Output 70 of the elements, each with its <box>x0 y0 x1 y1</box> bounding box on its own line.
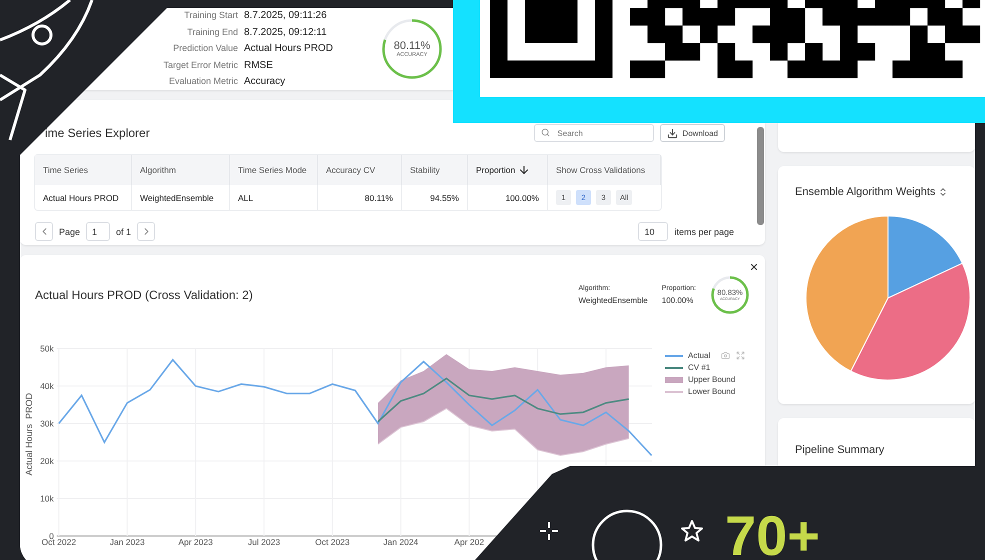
field-label: Evaluation Metric <box>168 75 238 88</box>
close-icon <box>749 262 759 272</box>
card-title: Ensemble Algorithm Weights <box>795 186 936 198</box>
axis-tick-label: 0 <box>49 531 54 541</box>
table-cell: Actual Hours PROD <box>35 185 132 210</box>
axis-tick-label: Oct 2023 <box>315 537 350 547</box>
search-icon <box>541 128 550 137</box>
column-header[interactable]: Time Series <box>35 155 132 185</box>
field-value: Actual Hours PROD <box>244 42 334 56</box>
accuracy-ring <box>381 18 443 80</box>
field-value: 8.7.2025, 09:12:11 <box>244 26 328 40</box>
accuracy-value: 80.11% <box>394 40 430 52</box>
close-button[interactable] <box>748 261 760 273</box>
column-header[interactable]: Proportion <box>468 155 548 185</box>
field-label: Prediction Value <box>172 42 238 56</box>
page-count: of 1 <box>116 226 132 236</box>
axis-title: Actual Hours PROD <box>24 392 34 476</box>
axis-tick-label: Jan 2024 <box>383 537 418 547</box>
field-label: Target Error Metric <box>162 58 238 72</box>
previous-page-button[interactable] <box>35 222 53 241</box>
next-page-button[interactable] <box>137 222 156 241</box>
field-label: Training Start <box>183 9 238 22</box>
field-value: RMSE <box>244 58 274 72</box>
column-header[interactable]: Accuracy CV <box>318 155 402 185</box>
legend-label[interactable]: Actual <box>688 351 710 360</box>
axis-tick-label: Apr 2023 <box>178 537 213 547</box>
axis-tick-label: 40k <box>40 381 54 391</box>
table-cell: 94.55% <box>402 185 468 210</box>
card-title: ime Series Explorer <box>45 126 150 140</box>
sparkle-icon <box>540 522 558 540</box>
accuracy-ring <box>710 275 750 315</box>
info-value: 100.00% <box>662 296 694 305</box>
axis-tick-label: 20k <box>40 456 54 466</box>
page-label: Page <box>59 226 80 236</box>
axis-tick-label: 30k <box>40 418 54 428</box>
column-header[interactable]: Time Series Mode <box>230 155 318 185</box>
star-icon <box>681 520 703 542</box>
scrollbar-thumb[interactable] <box>757 127 764 225</box>
column-header[interactable]: Stability <box>402 155 468 185</box>
search-field[interactable]: Search <box>534 124 654 142</box>
column-header[interactable]: Show Cross Validations <box>548 155 661 185</box>
info-value: WeightedEnsemble <box>578 296 648 305</box>
download-icon <box>667 128 678 138</box>
axis-tick-label: 10k <box>40 494 54 504</box>
field-value: Accuracy <box>244 75 286 89</box>
camera-icon[interactable] <box>721 351 730 360</box>
sort-icon[interactable] <box>938 187 948 197</box>
legend-label[interactable]: CV #1 <box>688 363 710 372</box>
legend-label[interactable]: Lower Bound <box>688 387 736 396</box>
page-size-label: items per page <box>674 226 734 236</box>
legend-label[interactable]: Upper Bound <box>688 375 736 384</box>
download-button[interactable]: Download <box>660 124 725 142</box>
chart-title: Actual Hours PROD (Cross Validation: 2) <box>35 288 253 302</box>
axis-tick-label: Apr 202 <box>454 537 484 547</box>
field-label: Training End <box>186 26 238 39</box>
page-size-input[interactable]: 10 <box>638 222 668 241</box>
table-cell: ALL <box>230 185 318 210</box>
axis-tick-label: Jul 2023 <box>248 537 280 547</box>
axis-tick-label: 50k <box>40 344 54 354</box>
banner-number: 70+ <box>725 508 820 560</box>
table-cell: 100.00% <box>468 185 548 210</box>
table-cell: WeightedEnsemble <box>132 185 230 210</box>
axis-tick-label: Jan 2023 <box>110 537 145 547</box>
expand-icon[interactable] <box>736 351 746 360</box>
column-header[interactable]: Algorithm <box>132 155 230 185</box>
card-title: Pipeline Summary <box>795 444 884 456</box>
sort-arrow-icon <box>518 164 530 176</box>
field-value: 8.7.2025, 09:11:26 <box>244 9 328 23</box>
table-cell: 80.11% <box>318 185 402 210</box>
page-input[interactable]: 1 <box>86 222 110 241</box>
